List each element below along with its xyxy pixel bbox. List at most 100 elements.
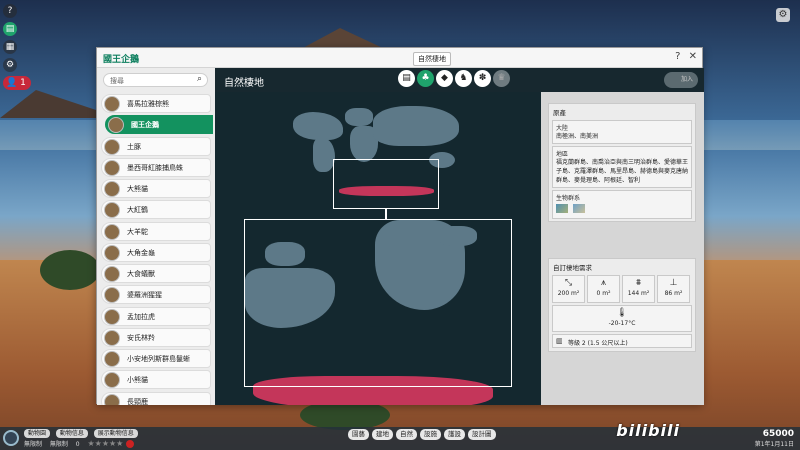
add-button: 加入 [664, 72, 698, 88]
species-item[interactable]: 婆羅洲猩猩 [101, 285, 211, 305]
build-menu-button[interactable]: 自然 [396, 429, 417, 440]
biome-label: 生物群系 [556, 195, 581, 202]
fence-grade: 等級 2 (1.5 公尺以上) [568, 340, 628, 347]
species-name: 喜馬拉雅棕熊 [127, 100, 169, 108]
species-item[interactable]: 墨西哥紅膝捕鳥蛛 [101, 157, 211, 177]
section-header: 自然棲地 ▤ ♣ ◆ ♞ ✽ ♛ 加入 [215, 68, 704, 92]
landmass-asia [373, 106, 459, 146]
species-item[interactable]: 大紅鶴 [101, 200, 211, 220]
species-item[interactable]: 喜馬拉雅棕熊 [101, 94, 211, 113]
grass-icon: ⩩ [636, 278, 641, 288]
species-list: 搜尋 ⌕ 喜馬拉雅棕熊國王企鵝 土豚墨西哥紅膝捕鳥蛛大熊貓大紅鶴大羊駝大角金龜大食… [97, 68, 215, 405]
species-item[interactable]: 安氏林羚 [101, 327, 211, 347]
grassland-biome-icon [572, 204, 585, 213]
zoo-pill[interactable]: 動物園 [24, 429, 51, 438]
species-name: 大羊駝 [127, 227, 148, 236]
species-avatar [104, 181, 120, 197]
habitat-requirements-title: 自訂棲地需求 [553, 264, 592, 272]
habitat-map [215, 92, 541, 405]
exhibit-info-pill[interactable]: 展示動物信息 [93, 429, 138, 438]
species-name: 大角金龜 [127, 248, 155, 257]
help-icon[interactable]: ? [3, 4, 17, 18]
close-icon[interactable]: ✕ [689, 51, 697, 62]
star-rating: ★★★★★ [87, 439, 124, 448]
continent-label: 大陸 [556, 125, 569, 132]
animal-head-icon[interactable]: ♞ [455, 70, 472, 87]
search-input[interactable]: 搜尋 ⌕ [103, 73, 208, 87]
species-avatar [104, 138, 120, 155]
calendar-icon[interactable]: ▦ [3, 40, 17, 54]
unlimited-stat: 無限制 [24, 441, 43, 448]
staff-alert-badge[interactable]: 👤 1 [3, 76, 31, 90]
build-menu-button[interactable]: 建地 [372, 429, 393, 440]
panel-header: 國王企鵝 自然棲地 ? ✕ [97, 48, 702, 68]
settings-icon[interactable]: ⚙ [776, 8, 790, 22]
requirement-box: ⊥ 86 m² [657, 275, 690, 303]
species-name: 大食蟻獸 [127, 270, 155, 278]
warning-icon[interactable] [126, 439, 135, 448]
landmass-europe [345, 108, 373, 126]
species-name: 小安地列斯群島鬣蜥 [127, 355, 190, 363]
land-area-icon: ⤡ [564, 278, 573, 288]
zoopedia-icon[interactable]: ▤ [3, 22, 17, 36]
species-title: 國王企鵝 [103, 55, 140, 65]
left-toolbar: ? ▤ ▦ ⚙ 👤 1 [3, 4, 31, 94]
species-avatar [104, 159, 120, 176]
gear-icon[interactable]: ⚙ [3, 58, 17, 72]
species-avatar [104, 308, 120, 325]
build-menu-button[interactable]: 園藝 [348, 429, 369, 440]
habitat-icon[interactable]: ♣ [417, 70, 434, 87]
species-item[interactable]: 長頸鹿 [101, 391, 211, 405]
search-icon[interactable]: ⌕ [197, 74, 202, 84]
species-item[interactable]: 國王企鵝 [105, 115, 213, 135]
species-avatar [104, 351, 120, 367]
bottom-bar: 動物園 動物信息 展示動物信息 無限制 無限制 0 ★★★★★ 園藝 建地 自然 設施… [0, 427, 800, 450]
species-item[interactable]: 孟加拉虎 [101, 306, 211, 326]
species-avatar [104, 393, 120, 405]
date-display: 第1年1月11日 [754, 441, 794, 448]
food-sack-icon[interactable]: ◆ [436, 70, 453, 87]
requirement-value: 0 m² [596, 290, 611, 297]
species-avatar [104, 287, 120, 304]
species-name: 小熊貓 [127, 376, 148, 385]
species-item[interactable]: 小熊貓 [101, 370, 211, 390]
section-title: 自然棲地 [224, 78, 264, 89]
build-menu-button[interactable]: 設計圖 [468, 429, 496, 440]
continent-box: 大陸 南極洲、南美洲 [552, 120, 692, 144]
species-item[interactable]: 土豚 [101, 136, 211, 156]
species-item[interactable]: 大食蟻獸 [101, 264, 211, 283]
tab-tooltip: 自然棲地 [413, 52, 451, 66]
region-value: 福克蘭群島、南喬治亞與南三明治群島、愛德華王子島、克羅澤群島、馬里昂島、赫德島與… [556, 159, 689, 184]
search-placeholder: 搜尋 [110, 77, 124, 85]
tundra-biome-icon [556, 204, 568, 213]
build-menu-button[interactable]: 護設 [444, 429, 465, 440]
species-item[interactable]: 小安地列斯群島鬣蜥 [101, 349, 211, 368]
species-avatar [104, 329, 120, 346]
species-name: 安氏林羚 [127, 333, 155, 342]
species-avatar [104, 244, 120, 261]
build-menu-button[interactable]: 設施 [420, 429, 441, 440]
species-name: 婆羅洲猩猩 [127, 291, 162, 300]
region-label: 地區 [556, 151, 569, 158]
fence-icon: ▥ [556, 337, 563, 345]
trophy-icon: ♛ [493, 70, 510, 87]
animal-info-pill[interactable]: 動物信息 [55, 429, 88, 438]
species-item[interactable]: 大羊駝 [101, 221, 211, 241]
zoo-overview-button[interactable] [3, 430, 19, 446]
origin-card: 原產 大陸 南極洲、南美洲 地區 福克蘭群島、南喬治亞與南三明治群島、愛德華王子… [548, 103, 696, 222]
landmass-north-america [293, 112, 343, 140]
species-avatar [104, 266, 120, 282]
continent-value: 南極洲、南美洲 [556, 133, 599, 140]
species-item[interactable]: 大熊貓 [101, 179, 211, 198]
zoom-connector [385, 209, 387, 219]
species-avatar [104, 372, 120, 389]
paw-icon[interactable]: ✽ [474, 70, 491, 87]
species-item[interactable]: 大角金龜 [101, 242, 211, 262]
habitat-requirements-card: 自訂棲地需求 ⤡ 200 m² ⩚ 0 m² ⩩ 144 m² ⊥ 86 m² 🌡 -20-1… [548, 258, 696, 352]
document-icon[interactable]: ▤ [398, 70, 415, 87]
help-icon[interactable]: ? [675, 51, 680, 62]
water-icon: ⊥ [669, 278, 678, 288]
species-name: 大紅鶴 [127, 206, 148, 215]
requirement-value: 200 m² [557, 290, 580, 297]
species-name: 墨西哥紅膝捕鳥蛛 [127, 163, 183, 172]
